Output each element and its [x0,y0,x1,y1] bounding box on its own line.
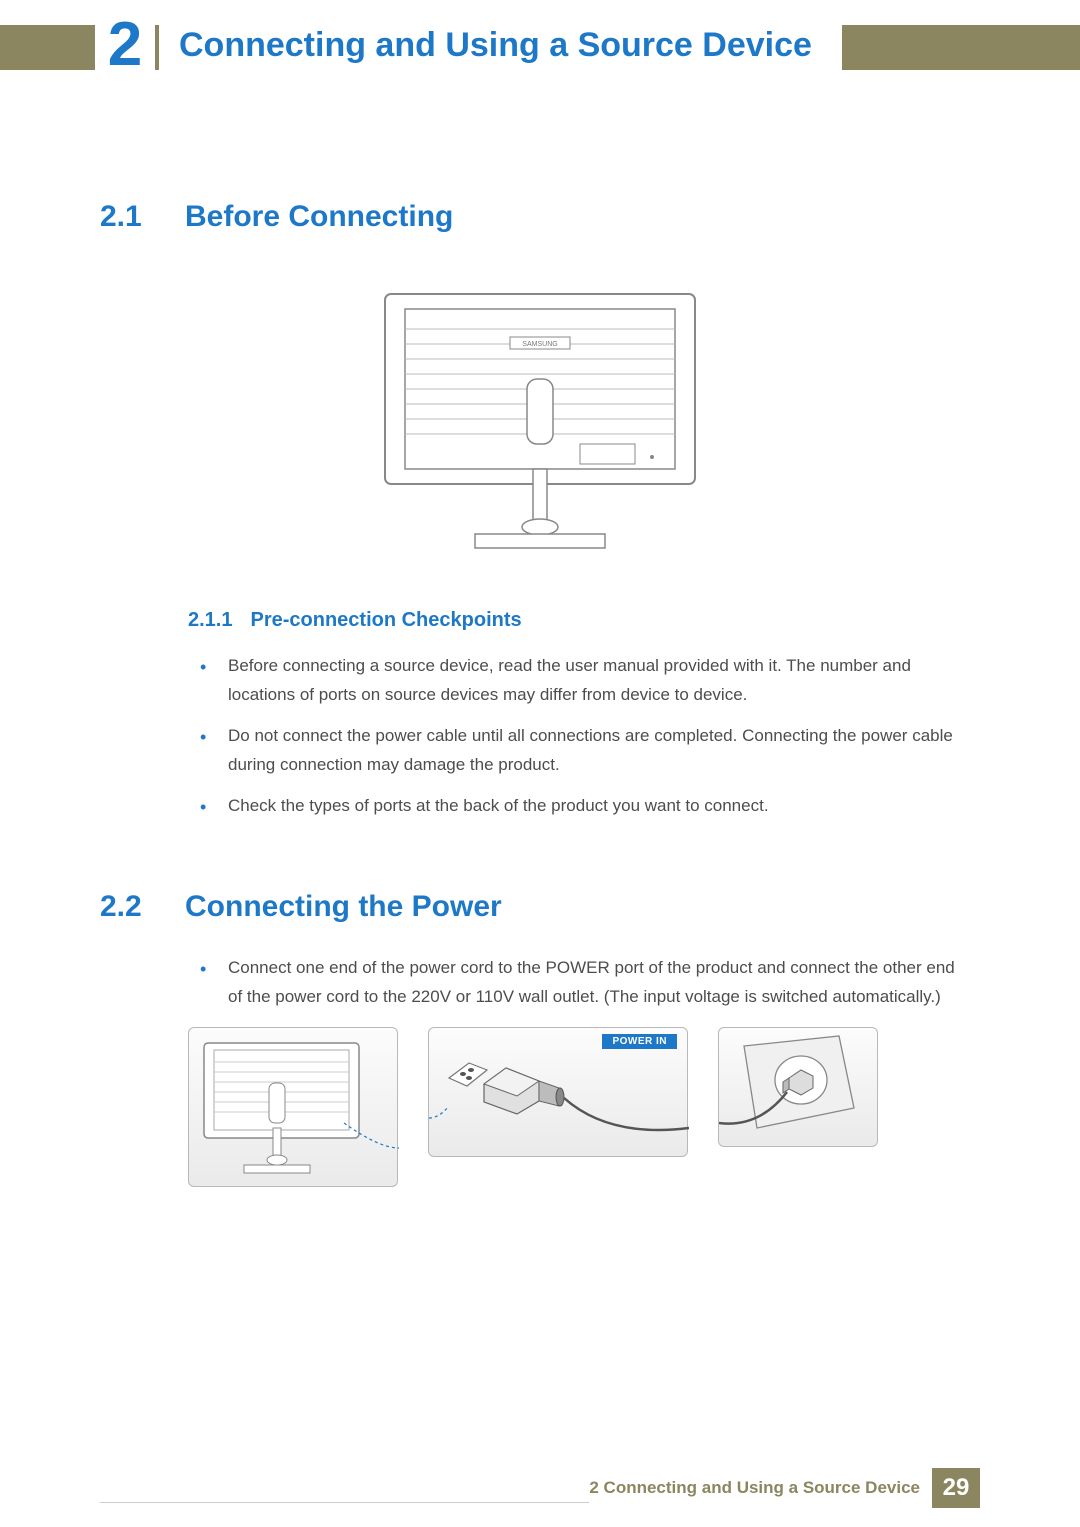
figure-power-connection: POWER IN [188,1027,980,1187]
bullet-list-2-2: Connect one end of the power cord to the… [188,954,960,1012]
monitor-rear-illustration: SAMSUNG [380,289,700,569]
power-in-label: POWER IN [602,1034,677,1049]
section-number: 2.2 [100,890,155,924]
section-title: Connecting the Power [185,890,502,924]
footer-page-number: 29 [932,1468,980,1508]
list-item: Before connecting a source device, read … [188,652,960,710]
figure-monitor-small [188,1027,398,1187]
page-footer: 2 Connecting and Using a Source Device 2… [100,1467,980,1509]
footer-rule [100,1467,589,1503]
chapter-title: Connecting and Using a Source Device [159,20,842,71]
chapter-header: 2 Connecting and Using a Source Device [0,0,1080,90]
section-title: Before Connecting [185,200,453,234]
chapter-number: 2 [108,14,142,76]
page-content: 2.1 Before Connecting SAMSUNG [0,200,1080,1187]
list-item: Connect one end of the power cord to the… [188,954,960,1012]
section-heading-2-2: 2.2 Connecting the Power [100,890,980,924]
subsection-title: Pre-connection Checkpoints [250,609,521,632]
footer-chapter-label: 2 Connecting and Using a Source Device [589,1478,920,1498]
figure-wall-outlet [718,1027,878,1147]
figure-power-cable-connector: POWER IN [428,1027,688,1157]
figure-monitor-rear: SAMSUNG [100,289,980,569]
subsection-heading-2-1-1: 2.1.1 Pre-connection Checkpoints [188,609,980,632]
chapter-number-badge: 2 [95,9,155,81]
subsection-number: 2.1.1 [188,609,232,632]
section-number: 2.1 [100,200,155,234]
monitor-brand-label: SAMSUNG [522,341,557,348]
section-heading-2-1: 2.1 Before Connecting [100,200,980,234]
bullet-list-2-1-1: Before connecting a source device, read … [188,652,960,820]
list-item: Do not connect the power cable until all… [188,722,960,780]
list-item: Check the types of ports at the back of … [188,792,960,821]
